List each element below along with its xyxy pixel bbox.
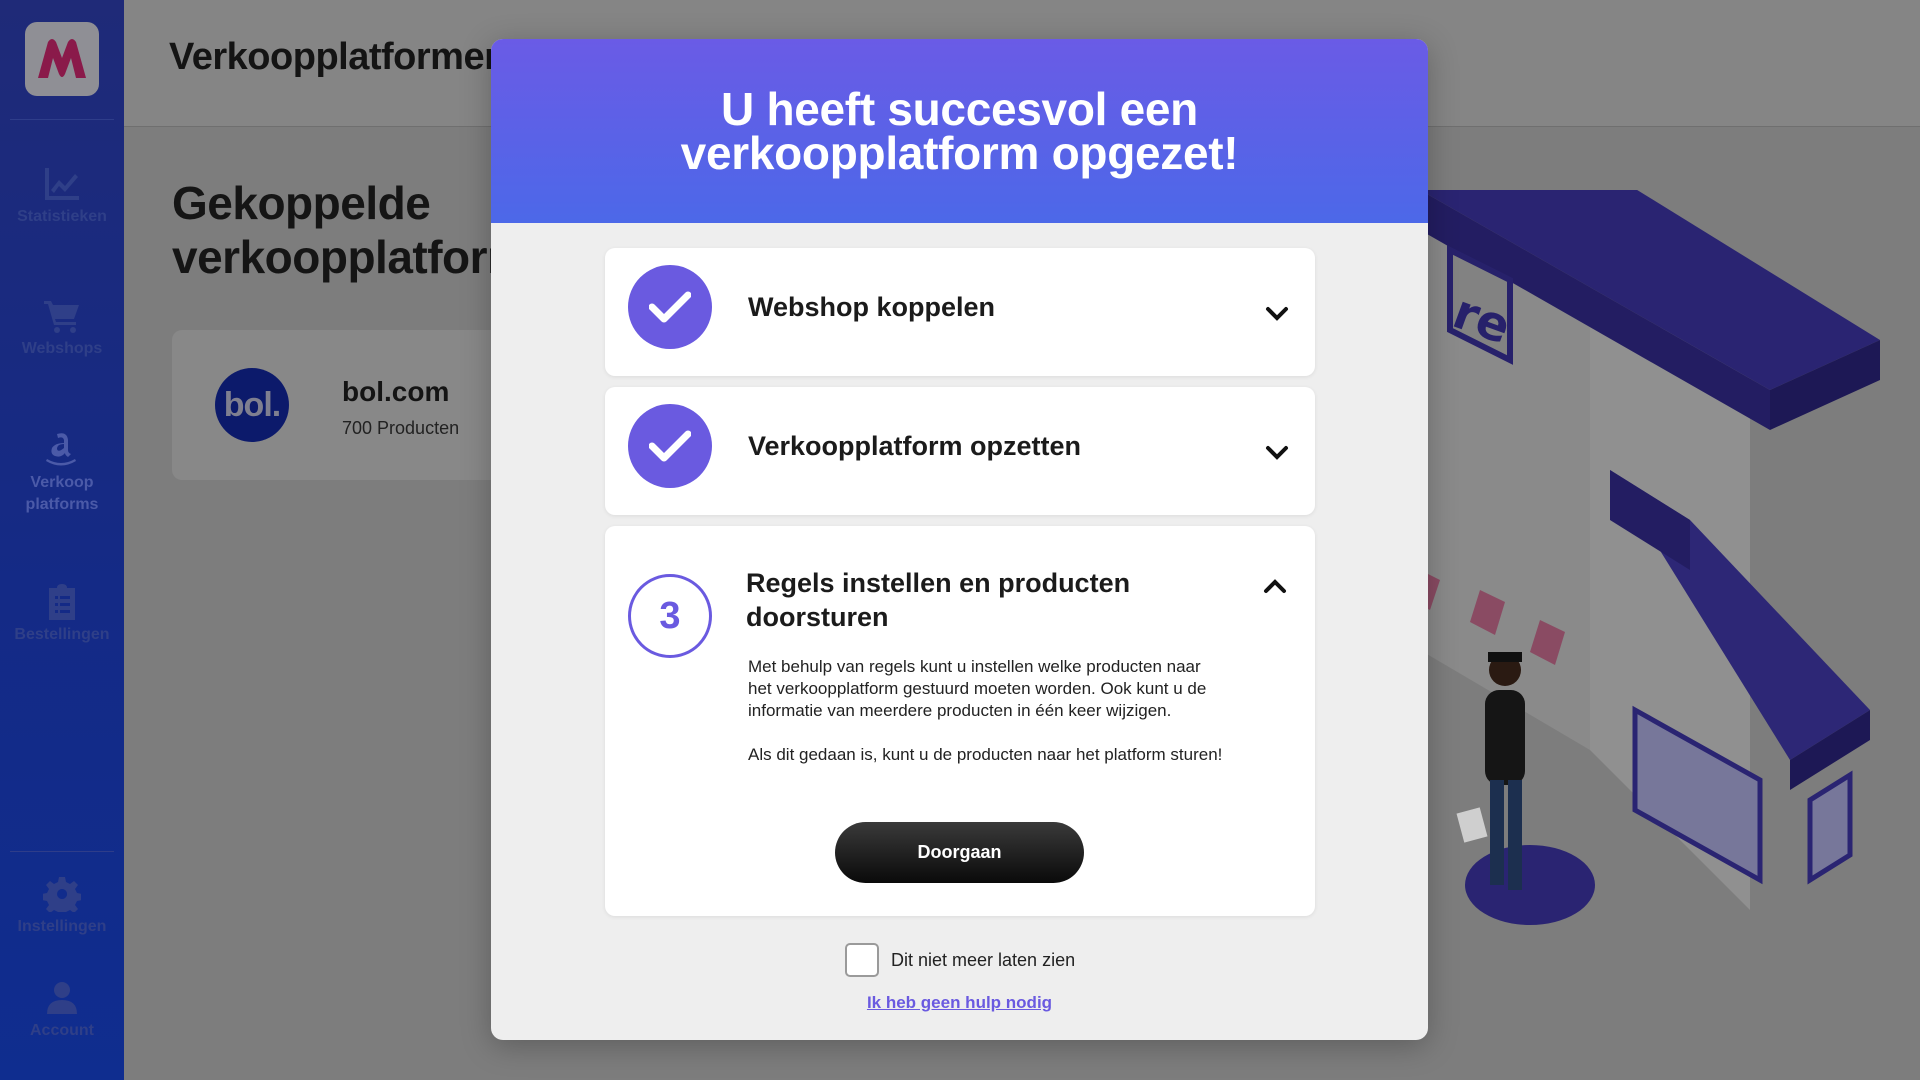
step-regels-instellen: 3 Regels instellen en producten doorstur… [605, 526, 1315, 916]
step-number-badge: 3 [628, 574, 712, 658]
sidebar-item-webshops[interactable]: Webshops [0, 298, 124, 358]
sidebar-item-account[interactable]: Account [0, 980, 124, 1040]
step-title: Verkoopplatform opzetten [748, 431, 1082, 461]
sidebar-divider [10, 119, 114, 120]
chart-icon [45, 168, 79, 200]
onboarding-modal: U heeft succesvol een verkoopplatform op… [491, 39, 1428, 1040]
platform-name: bol.com [342, 376, 450, 407]
dont-show-again-row: Dit niet meer laten zien [845, 943, 1075, 977]
step-description: Met behulp van regels kunt u instellen w… [748, 657, 1207, 720]
platform-product-count: 700 Producten [342, 418, 460, 438]
sidebar-item-label: Statistieken [17, 208, 107, 225]
chevron-down-icon[interactable] [1265, 306, 1289, 322]
user-icon [47, 982, 77, 1014]
no-help-link[interactable]: Ik heb geen hulp nodig [491, 993, 1428, 1013]
cart-icon [44, 301, 79, 333]
bol-logo: bol. [215, 368, 289, 442]
page-title: Verkoopplatformen [169, 36, 507, 78]
sidebar-item-label: Webshops [21, 340, 103, 357]
check-icon [649, 430, 691, 462]
amazon-icon [46, 433, 76, 466]
dont-show-again-checkbox[interactable] [845, 943, 879, 977]
clipboard-icon [49, 584, 75, 620]
logo-icon [38, 39, 86, 78]
sidebar-item-verkoop-platforms[interactable]: Verkoop platforms [0, 430, 124, 516]
step-verkoopplatform-opzetten[interactable]: Verkoopplatform opzetten [605, 387, 1315, 515]
store-illustration: re [1420, 190, 1880, 925]
sidebar: Statistieken Webshops Verkoop platforms … [0, 0, 124, 1080]
step-webshop-koppelen[interactable]: Webshop koppelen [605, 248, 1315, 376]
sidebar-item-label: Account [30, 1022, 94, 1039]
sidebar-item-statistieken[interactable]: Statistieken [0, 166, 124, 226]
step-title: Regels instellen en producten doorsturen [746, 568, 1131, 632]
step-complete-badge [628, 404, 712, 488]
sidebar-item-label: Instellingen [17, 918, 107, 935]
sidebar-item-label: Bestellingen [14, 626, 110, 643]
sidebar-divider [10, 851, 114, 852]
sidebar-item-bestellingen[interactable]: Bestellingen [0, 584, 124, 644]
modal-title: U heeft succesvol een verkoopplatform op… [680, 83, 1239, 179]
chevron-down-icon[interactable] [1265, 445, 1289, 461]
chevron-up-icon[interactable] [1263, 578, 1287, 594]
step-title: Webshop koppelen [748, 292, 996, 322]
sidebar-item-instellingen[interactable]: Instellingen [0, 876, 124, 936]
continue-button[interactable]: Doorgaan [835, 822, 1084, 883]
step-description: Als dit gedaan is, kunt u de producten n… [748, 745, 1223, 764]
dont-show-again-label: Dit niet meer laten zien [891, 949, 1076, 970]
modal-header: U heeft succesvol een verkoopplatform op… [491, 39, 1428, 223]
sidebar-item-label: Verkoop platforms [25, 474, 99, 513]
step-complete-badge [628, 265, 712, 349]
gear-icon [43, 877, 81, 912]
app-logo[interactable] [25, 22, 99, 96]
check-icon [649, 291, 691, 323]
